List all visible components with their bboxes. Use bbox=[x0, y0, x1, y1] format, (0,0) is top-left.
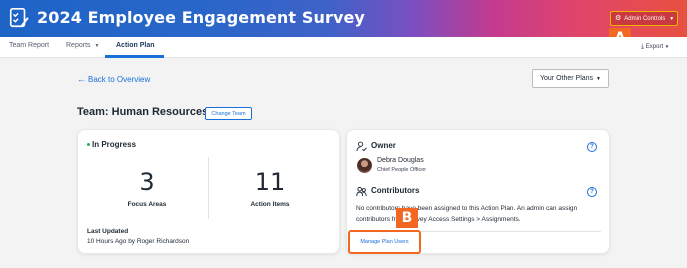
people-card: Owner ? Debra Douglas Chief People Offic… bbox=[346, 129, 610, 254]
users-icon bbox=[356, 186, 367, 197]
help-icon[interactable]: ? bbox=[587, 142, 597, 152]
divider bbox=[208, 157, 209, 219]
status-label: In Progress bbox=[92, 140, 137, 149]
user-check-icon bbox=[356, 141, 367, 152]
contributors-title: Contributors bbox=[371, 186, 420, 195]
owner-role: Chief People Officer bbox=[377, 167, 427, 173]
owner-title: Owner bbox=[371, 141, 396, 150]
progress-card: In Progress 3 Focus Areas 11 Action Item… bbox=[77, 129, 340, 254]
arrow-left-icon: ← bbox=[77, 74, 86, 84]
admin-controls-button[interactable]: ⚙ Admin Controls ▼ bbox=[610, 11, 678, 26]
other-plans-dropdown[interactable]: Your Other Plans ▼ bbox=[532, 69, 609, 88]
chevron-down-icon: ▼ bbox=[664, 44, 670, 49]
tab-action-plan[interactable]: Action Plan bbox=[116, 42, 155, 49]
caret-down-icon: ▼ bbox=[596, 75, 601, 82]
owner-name: Debra Douglas bbox=[377, 157, 424, 164]
tab-reports-label: Reports bbox=[66, 42, 91, 49]
team-heading: Team: Human Resources bbox=[77, 106, 209, 118]
avatar bbox=[357, 158, 372, 173]
chevron-down-icon: ▼ bbox=[94, 43, 100, 49]
back-link-label: Back to Overview bbox=[88, 75, 151, 84]
callout-b: B bbox=[396, 208, 418, 228]
change-team-button[interactable]: Change Team bbox=[205, 107, 252, 120]
help-icon[interactable]: ? bbox=[587, 187, 597, 197]
status-badge: In Progress bbox=[87, 140, 136, 149]
top-nav: Team Report Reports ▼ Action Plan ⤓ Expo… bbox=[0, 37, 687, 58]
focus-areas-count: 3 bbox=[139, 168, 155, 196]
gear-icon: ⚙ bbox=[615, 15, 622, 22]
focus-areas-label: Focus Areas bbox=[127, 201, 167, 208]
action-items-label: Action Items bbox=[250, 201, 290, 208]
other-plans-label: Your Other Plans bbox=[539, 75, 594, 82]
last-updated-label: Last Updated bbox=[87, 228, 129, 235]
tab-reports[interactable]: Reports ▼ bbox=[66, 42, 99, 49]
last-updated-text: 10 Hours Ago by Roger Richardson bbox=[87, 238, 190, 245]
action-items-count: 11 bbox=[254, 168, 286, 196]
header-banner: 2024 Employee Engagement Survey ⚙ Admin … bbox=[0, 0, 687, 37]
export-label: Export bbox=[645, 44, 664, 50]
status-dot-icon bbox=[87, 143, 90, 146]
download-icon: ⤓ bbox=[641, 43, 645, 50]
admin-controls-label: Admin Controls bbox=[624, 15, 666, 22]
survey-title: 2024 Employee Engagement Survey bbox=[37, 8, 365, 27]
back-to-overview-link[interactable]: ← Back to Overview bbox=[77, 74, 150, 84]
contributors-message: No contributors have been assigned to th… bbox=[356, 205, 578, 223]
chevron-down-icon: ▼ bbox=[669, 15, 675, 22]
export-button[interactable]: ⤓ Export ▼ bbox=[641, 43, 669, 51]
survey-checklist-icon bbox=[9, 8, 29, 28]
active-tab-indicator bbox=[105, 55, 164, 58]
tab-team-report[interactable]: Team Report bbox=[9, 42, 49, 49]
manage-plan-users-link[interactable]: Manage Plan Users bbox=[348, 230, 421, 254]
